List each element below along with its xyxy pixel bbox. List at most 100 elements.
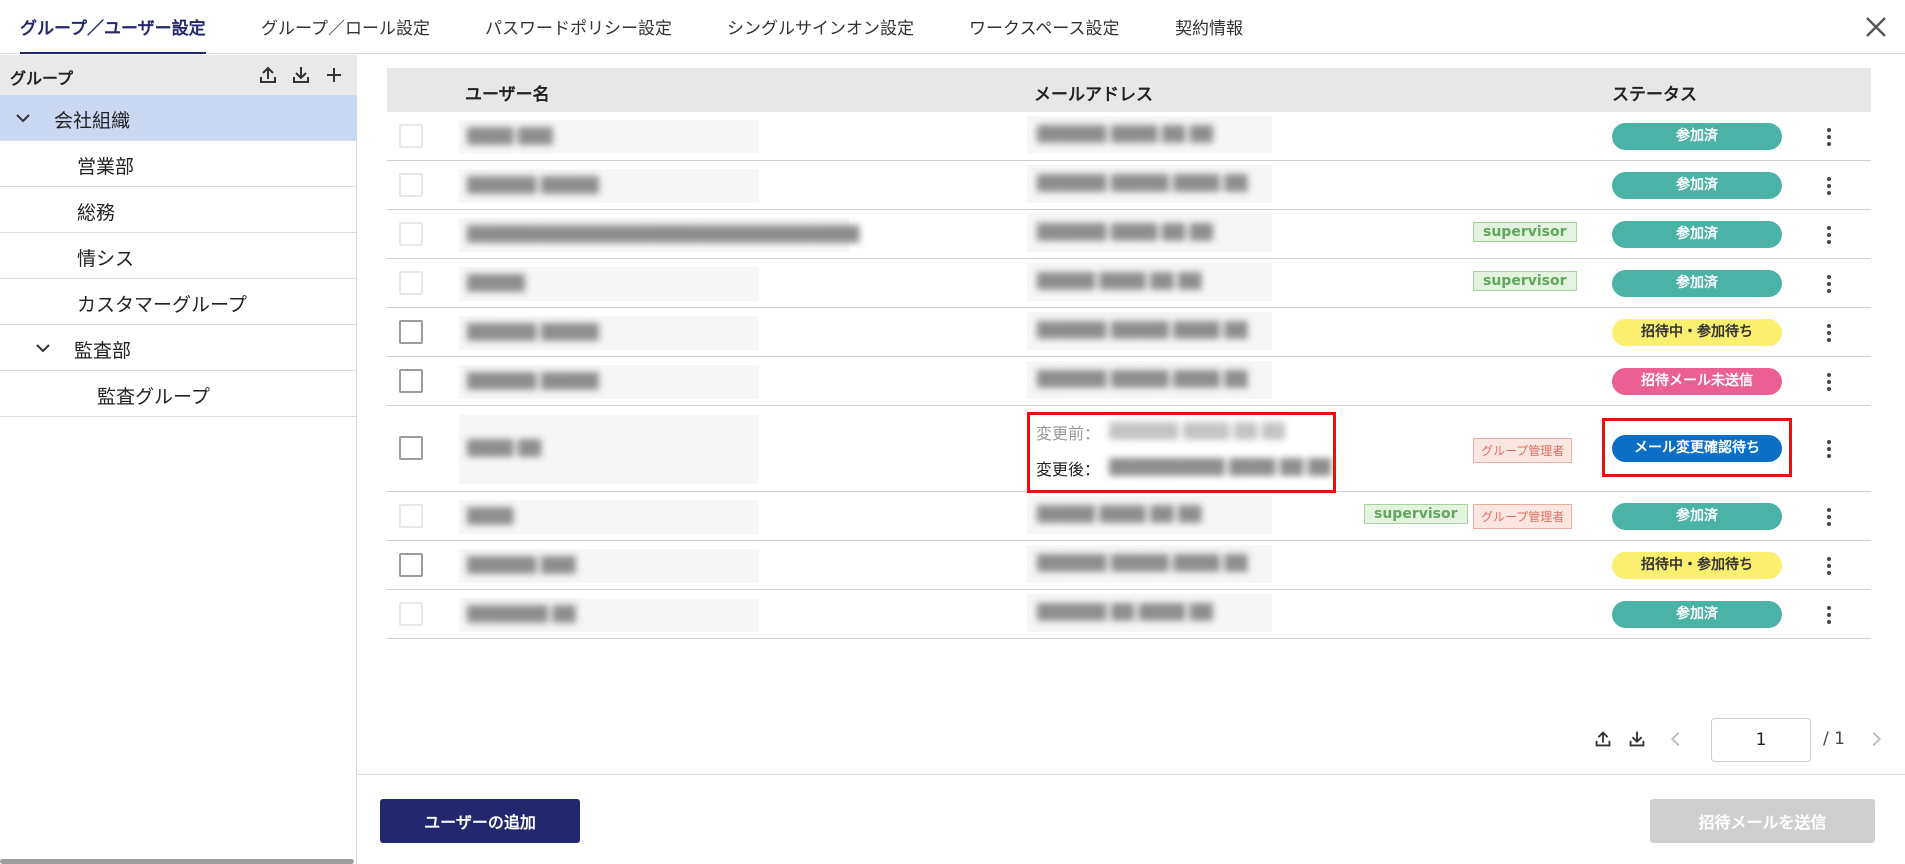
email-cell: █████ ████ ██ ██ [1027, 263, 1272, 301]
status-badge: 参加済 [1612, 221, 1782, 248]
tab-group-role-settings[interactable]: グループ／ロール設定 [261, 0, 430, 54]
more-icon[interactable] [1823, 224, 1835, 246]
username-cell: ████ ███ [459, 120, 759, 154]
more-icon[interactable] [1823, 371, 1835, 393]
status-badge: メール変更確認待ち [1612, 435, 1782, 462]
tree-item-label: カスタマーグループ [77, 294, 247, 316]
add-user-button[interactable]: ユーザーの追加 [380, 799, 580, 843]
tab-contract-info[interactable]: 契約情報 [1175, 0, 1243, 54]
tree-item-sales[interactable]: 営業部 [0, 141, 357, 187]
tree-item-label: 監査グループ [97, 386, 210, 408]
table-row[interactable]: ██████ █████ ██████ █████ ████ ██ 参加済 [387, 161, 1871, 210]
email-after-value: ██████████ ████ ██ ██ [1109, 458, 1331, 476]
username-cell: ██████ █████ [459, 365, 759, 399]
status-badge: 参加済 [1612, 601, 1782, 628]
upload-icon[interactable] [256, 63, 280, 87]
tree-item-audit[interactable]: 監査部 [0, 325, 357, 371]
row-checkbox[interactable] [399, 436, 423, 460]
chevron-down-icon[interactable] [34, 339, 52, 357]
status-badge: 参加済 [1612, 503, 1782, 530]
tab-workspace-settings[interactable]: ワークスペース設定 [969, 0, 1119, 54]
username-cell: ██████ ███ [459, 549, 759, 583]
row-checkbox[interactable] [399, 320, 423, 344]
chevron-right-icon[interactable] [1865, 728, 1887, 750]
role-badge-supervisor: supervisor [1473, 271, 1577, 291]
username-cell: ██████████████████████████████████ [459, 218, 859, 252]
table-row[interactable]: ██████████████████████████████████ █████… [387, 210, 1871, 259]
tab-password-policy[interactable]: パスワードポリシー設定 [485, 0, 672, 54]
sidebar-header: グループ [0, 55, 357, 95]
table-row[interactable]: ████ █████ ████ ██ ██ supervisor グループ管理者… [387, 492, 1871, 541]
import-icon[interactable] [1626, 728, 1648, 750]
email-cell: ██████ █████ ████ ██ [1027, 312, 1272, 350]
more-icon[interactable] [1823, 506, 1835, 528]
row-checkbox[interactable] [399, 271, 423, 295]
username-cell: █████ [459, 267, 759, 301]
send-invite-button[interactable]: 招待メールを送信 [1650, 799, 1875, 843]
role-badge-supervisor: supervisor [1473, 222, 1577, 242]
sidebar-scrollbar[interactable] [0, 859, 354, 864]
close-icon[interactable] [1861, 12, 1891, 42]
more-icon[interactable] [1823, 175, 1835, 197]
role-badge-group-admin: グループ管理者 [1473, 504, 1573, 529]
tree-item-label: 情シス [77, 248, 135, 270]
email-after-label: 変更後： [1036, 460, 1101, 479]
tree-item-label: 営業部 [77, 156, 135, 178]
email-cell: ██████ ████ ██ ██ [1027, 214, 1272, 252]
chevron-down-icon[interactable] [14, 109, 32, 127]
table-header: ユーザー名 メールアドレス ステータス [387, 68, 1871, 112]
row-checkbox[interactable] [399, 124, 423, 148]
column-header-email[interactable]: メールアドレス [1034, 80, 1153, 105]
page-number-input[interactable]: 1 [1711, 718, 1811, 762]
tree-item-company[interactable]: 会社組織 [0, 95, 357, 141]
email-cell: ██████ ████ ██ ██ [1027, 116, 1272, 154]
add-group-icon[interactable] [322, 63, 346, 87]
email-cell: ██████ █████ ████ ██ [1027, 165, 1272, 203]
role-badge-group-admin: グループ管理者 [1473, 438, 1573, 463]
tab-bar: グループ／ユーザー設定 グループ／ロール設定 パスワードポリシー設定 シングルサ… [0, 0, 1905, 54]
status-badge: 参加済 [1612, 123, 1782, 150]
tree-item-label: 会社組織 [54, 110, 131, 132]
tree-item-customer-group[interactable]: カスタマーグループ [0, 279, 357, 325]
chevron-left-icon[interactable] [1665, 728, 1687, 750]
column-header-username[interactable]: ユーザー名 [465, 80, 550, 105]
column-header-status[interactable]: ステータス [1612, 80, 1697, 105]
email-before-label: 変更前： [1036, 424, 1101, 443]
more-icon[interactable] [1823, 438, 1835, 460]
download-icon[interactable] [289, 63, 313, 87]
more-icon[interactable] [1823, 555, 1835, 577]
table-row[interactable]: ██████ █████ ██████ █████ ████ ██ 招待中・参加… [387, 308, 1871, 357]
email-cell: ██████ █████ ████ ██ [1027, 361, 1272, 399]
row-checkbox[interactable] [399, 553, 423, 577]
tab-single-sign-on[interactable]: シングルサインオン設定 [727, 0, 914, 54]
tree-item-label: 総務 [77, 202, 116, 224]
tree-item-it[interactable]: 情シス [0, 233, 357, 279]
email-before-value: ██████ ████ ██ ██ [1109, 422, 1285, 440]
row-checkbox[interactable] [399, 369, 423, 393]
more-icon[interactable] [1823, 604, 1835, 626]
tree-item-general-affairs[interactable]: 総務 [0, 187, 357, 233]
export-icon[interactable] [1592, 728, 1614, 750]
tree-item-audit-group[interactable]: 監査グループ [0, 371, 357, 417]
row-checkbox[interactable] [399, 173, 423, 197]
table-row[interactable]: ██████ █████ ██████ █████ ████ ██ 招待メール未… [387, 357, 1871, 406]
table-row[interactable]: ██████ ███ ██████ █████ ████ ██ 招待中・参加待ち [387, 541, 1871, 590]
username-cell: ██████ █████ [459, 316, 759, 350]
table-row[interactable]: ████ ███ ██████ ████ ██ ██ 参加済 [387, 112, 1871, 161]
group-sidebar: グループ 会社組織 営業部 総務 情シス カスタマーグループ 監査部 監査グルー… [0, 55, 357, 864]
more-icon[interactable] [1823, 273, 1835, 295]
username-cell: ██████ █████ [459, 169, 759, 203]
more-icon[interactable] [1823, 126, 1835, 148]
email-cell: ██████ █████ ████ ██ [1027, 545, 1272, 583]
table-row[interactable]: ███████ ██ ██████ ██ ████ ██ 参加済 [387, 590, 1871, 639]
row-checkbox[interactable] [399, 222, 423, 246]
row-checkbox[interactable] [399, 602, 423, 626]
username-cell: ████ ██ [459, 414, 759, 484]
tab-group-user-settings[interactable]: グループ／ユーザー設定 [20, 0, 206, 54]
more-icon[interactable] [1823, 322, 1835, 344]
table-row[interactable]: █████ █████ ████ ██ ██ supervisor 参加済 [387, 259, 1871, 308]
row-checkbox[interactable] [399, 504, 423, 528]
table-row[interactable]: ████ ██ 変更前： ██████ ████ ██ ██ 変更後： ████… [387, 406, 1871, 493]
status-badge: 参加済 [1612, 172, 1782, 199]
group-tree: 会社組織 営業部 総務 情シス カスタマーグループ 監査部 監査グループ [0, 95, 357, 417]
